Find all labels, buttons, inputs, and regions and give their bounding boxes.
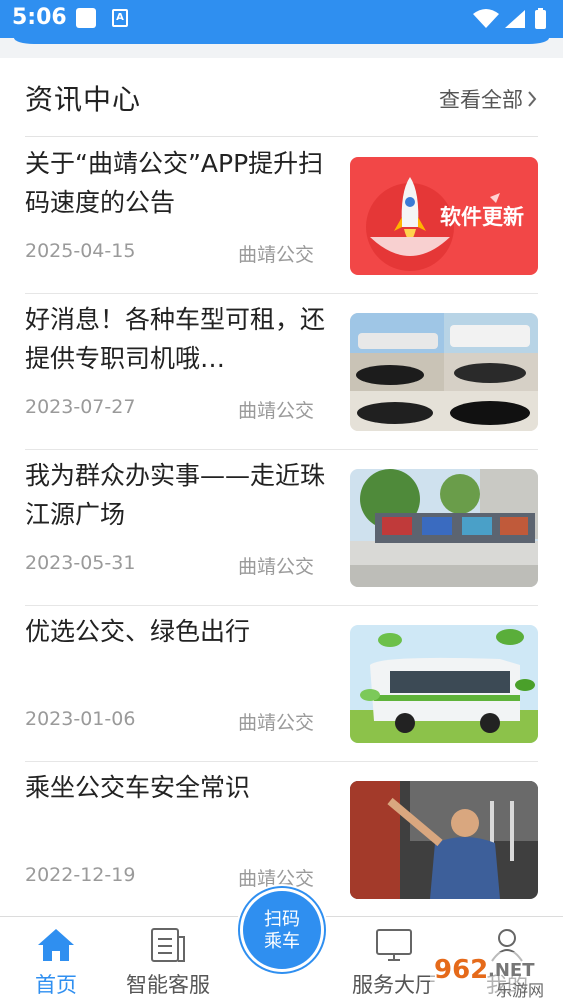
scan-qr-button[interactable]: 扫码 乘车: [240, 888, 324, 972]
news-source: 曲靖公交: [238, 244, 315, 266]
notification-a-icon: A: [112, 9, 128, 27]
news-thumbnail: [350, 313, 538, 431]
svg-text:962: 962: [434, 955, 488, 985]
status-icons: [473, 8, 546, 29]
status-bar: 5:06 A: [0, 0, 563, 38]
news-date: 2023-05-31: [25, 552, 136, 574]
home-icon: [38, 929, 74, 961]
news-item[interactable]: 好消息！各种车型可租，还提供专职司机哦… 2023-07-27 曲靖公交: [0, 294, 563, 450]
news-date: 2023-01-06: [25, 708, 136, 730]
wifi-icon: [473, 9, 499, 28]
news-thumbnail: [350, 781, 538, 899]
news-title: 乘坐公交车安全常识: [25, 773, 251, 802]
signal-icon: [505, 10, 525, 28]
scan-line2: 乘车: [264, 931, 300, 952]
news-item[interactable]: 我为群众办实事——走近珠江源广场 2023-05-31 曲靖公交: [0, 450, 563, 606]
news-title: 我为群众办实事——走近珠江源广场: [25, 461, 325, 529]
monitor-icon: [376, 929, 412, 961]
tab-service-label: 智能客服: [126, 973, 210, 997]
news-source: 曲靖公交: [238, 556, 315, 578]
news-item[interactable]: 优选公交、绿色出行 2023-01-06 曲靖公交: [0, 606, 563, 762]
watermark-logo: 962 .NET 乐游网: [430, 952, 560, 998]
news-item[interactable]: 关于“曲靖公交”APP提升扫码速度的公告 2025-04-15 曲靖公交 软件更…: [0, 138, 563, 294]
tab-home[interactable]: 首页: [0, 917, 112, 1002]
see-all-link[interactable]: 查看全部: [439, 84, 537, 114]
header-banner-edge: [14, 38, 549, 44]
status-time: 5:06: [12, 5, 67, 30]
news-thumbnail: [350, 625, 538, 743]
chevron-right-icon: [528, 91, 537, 107]
divider: [25, 136, 538, 137]
news-date: 2025-04-15: [25, 240, 136, 262]
tab-service[interactable]: 智能客服: [112, 917, 224, 1002]
news-source: 曲靖公交: [238, 712, 315, 734]
tab-home-label: 首页: [35, 973, 77, 997]
see-all-label: 查看全部: [439, 88, 523, 112]
news-title: 优选公交、绿色出行: [25, 617, 251, 646]
news-thumbnail: [350, 469, 538, 587]
battery-icon: [535, 10, 546, 29]
news-date: 2023-07-27: [25, 396, 136, 418]
svg-text:.NET: .NET: [488, 960, 535, 981]
thumb-text: 软件更新: [440, 205, 524, 229]
document-icon: [151, 928, 185, 962]
news-thumbnail: 软件更新: [350, 157, 538, 275]
news-date: 2022-12-19: [25, 864, 136, 886]
section-title: 资讯中心: [25, 83, 142, 116]
news-source: 曲靖公交: [238, 400, 315, 422]
svg-text:乐游网: 乐游网: [496, 981, 544, 998]
news-title: 关于“曲靖公交”APP提升扫码速度的公告: [25, 149, 324, 217]
scan-line1: 扫码: [264, 909, 300, 930]
notification-icon: [76, 8, 96, 28]
news-title: 好消息！各种车型可租，还提供专职司机哦…: [25, 305, 325, 373]
